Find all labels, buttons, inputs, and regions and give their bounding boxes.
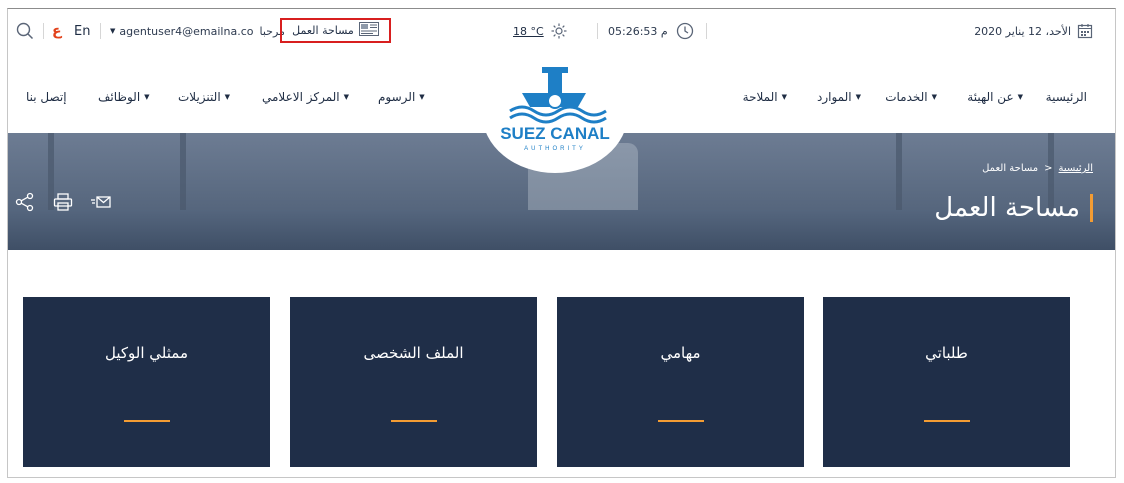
nav-label: التنزيلات <box>178 90 221 104</box>
card-accent-line <box>390 420 437 422</box>
nav-label: الرئيسية <box>1045 90 1087 104</box>
page-title: مساحة العمل <box>934 193 1093 223</box>
time-text: 05:26:53 م <box>608 24 668 38</box>
nav-item-home[interactable]: الرئيسية <box>1046 90 1087 104</box>
print-icon[interactable] <box>52 191 74 213</box>
temperature-text: 18 °C <box>513 24 544 38</box>
calendar-icon <box>1077 9 1093 53</box>
card-accent-line <box>657 420 704 422</box>
clock-icon <box>676 9 694 53</box>
workspace-icon <box>358 22 379 39</box>
logo-text: SUEZ CANAL <box>500 124 610 143</box>
share-icon[interactable] <box>14 191 36 213</box>
nav-item-services[interactable]: الخدمات ▼ <box>885 90 937 104</box>
nav-item-fees[interactable]: الرسوم ▼ <box>378 90 425 104</box>
nav-label: الخدمات <box>885 90 928 104</box>
nav-item-downloads[interactable]: التنزيلات ▼ <box>178 90 230 104</box>
nav-label: عن الهيئة <box>967 90 1014 104</box>
dropdown-caret-icon: ▼ <box>110 27 116 35</box>
nav-item-jobs[interactable]: الوظائف ▼ <box>98 90 150 104</box>
arabic-language-toggle[interactable]: ع <box>52 9 62 53</box>
suez-canal-logo[interactable]: SUEZ CANAL AUTHORITY <box>482 53 628 173</box>
divider <box>597 23 598 39</box>
english-language-toggle[interactable]: En <box>74 9 90 53</box>
breadcrumb: مساحة العمل > الرئيسية <box>982 163 1093 174</box>
temperature-link[interactable]: 18 °C <box>513 9 544 53</box>
dropdown-caret-icon: ▼ <box>931 93 937 101</box>
nav-item-contact[interactable]: إتصل بنا <box>26 90 67 104</box>
browser-viewport: الأحد، 12 يناير 2020 05:26:53 م 18 °C ع … <box>7 8 1116 478</box>
workspace-cards: طلباتي مهامي الملف الشخصى ممثلي الوكيل <box>8 297 1115 467</box>
search-icon[interactable] <box>16 9 34 53</box>
user-menu[interactable]: ▼ agentuser4@emailna.co مرحبا <box>110 9 285 53</box>
dropdown-caret-icon: ▼ <box>1017 93 1023 101</box>
divider <box>100 23 101 39</box>
email-icon[interactable] <box>90 191 112 213</box>
card-title: مهامي <box>660 344 701 362</box>
banner-decoration <box>896 133 902 213</box>
card-my-tasks[interactable]: مهامي <box>557 297 804 467</box>
divider <box>706 23 707 39</box>
top-bar: الأحد، 12 يناير 2020 05:26:53 م 18 °C ع … <box>8 9 1115 54</box>
card-agent-representatives[interactable]: ممثلي الوكيل <box>23 297 270 467</box>
nav-item-navigation[interactable]: الملاحة ▼ <box>743 90 787 104</box>
dropdown-caret-icon: ▼ <box>855 93 861 101</box>
card-title: الملف الشخصى <box>363 344 464 362</box>
workspace-link[interactable]: مساحة العمل <box>280 18 391 43</box>
nav-item-media-center[interactable]: المركز الاعلامي ▼ <box>262 90 349 104</box>
workspace-label: مساحة العمل <box>292 24 354 37</box>
sun-icon <box>551 9 567 53</box>
date-text: الأحد، 12 يناير 2020 <box>974 24 1071 38</box>
card-profile[interactable]: الملف الشخصى <box>290 297 537 467</box>
title-accent-bar <box>1090 194 1093 222</box>
nav-label: الملاحة <box>742 90 778 104</box>
arabic-language-label: ع <box>52 23 62 39</box>
card-accent-line <box>123 420 170 422</box>
card-my-requests[interactable]: طلباتي <box>823 297 1070 467</box>
breadcrumb-home-link[interactable]: الرئيسية <box>1059 163 1093 174</box>
card-title: طلباتي <box>925 344 968 362</box>
dropdown-caret-icon: ▼ <box>224 93 231 101</box>
logo-subtext: AUTHORITY <box>524 146 586 152</box>
user-email: agentuser4@emailna.co <box>119 24 254 38</box>
breadcrumb-current: مساحة العمل <box>982 163 1039 174</box>
nav-label: إتصل بنا <box>26 90 67 104</box>
breadcrumb-separator: > <box>1044 163 1053 174</box>
banner-decoration <box>180 133 186 213</box>
card-title: ممثلي الوكيل <box>105 344 188 362</box>
nav-label: الوظائف <box>98 90 141 104</box>
nav-label: الرسوم <box>378 90 416 104</box>
date-display: الأحد، 12 يناير 2020 <box>974 9 1071 53</box>
time-display: 05:26:53 م <box>608 9 668 53</box>
nav-item-about[interactable]: عن الهيئة ▼ <box>967 90 1023 104</box>
dropdown-caret-icon: ▼ <box>781 93 787 101</box>
page-tools <box>14 191 112 213</box>
nav-label: الموارد <box>817 90 852 104</box>
page-title-text: مساحة العمل <box>934 193 1080 223</box>
nav-label: المركز الاعلامي <box>262 90 340 104</box>
english-language-label: En <box>74 23 91 39</box>
dropdown-caret-icon: ▼ <box>419 93 425 101</box>
nav-item-resources[interactable]: الموارد ▼ <box>817 90 861 104</box>
dropdown-caret-icon: ▼ <box>144 93 150 101</box>
dropdown-caret-icon: ▼ <box>343 93 350 101</box>
card-accent-line <box>923 420 970 422</box>
divider <box>43 23 44 39</box>
